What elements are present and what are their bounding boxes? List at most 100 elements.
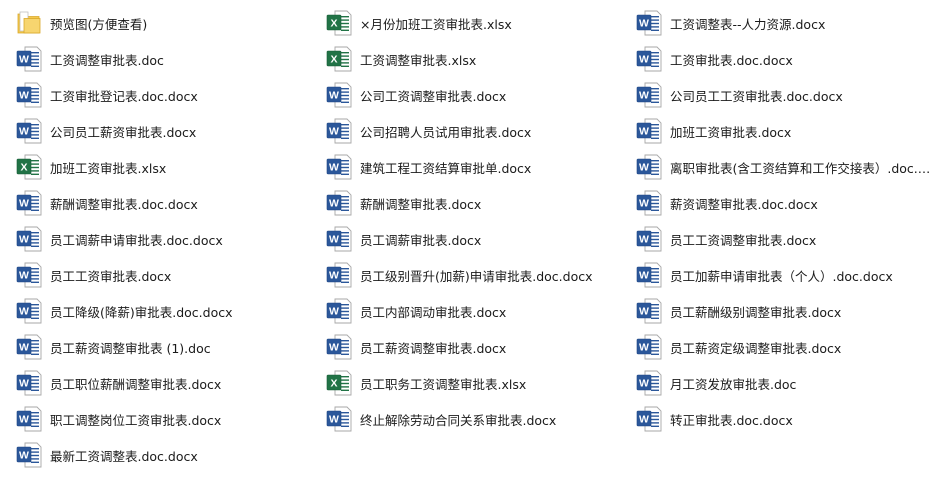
svg-text:W: W [639,54,649,66]
svg-text:W: W [329,198,339,210]
word-doc-icon: W [16,225,42,253]
file-item[interactable]: W 工资审批表.doc.docx [636,41,932,77]
word-doc-icon: W [326,333,352,361]
svg-text:W: W [19,450,29,462]
svg-text:W: W [329,414,339,426]
file-item[interactable]: W 员工调薪申请审批表.doc.docx [16,221,312,257]
file-item[interactable]: W 员工降级(降薪)审批表.doc.docx [16,293,312,329]
file-name: 离职审批表(含工资结算和工作交接表）.doc.d... [670,160,932,176]
file-item[interactable]: X 工资调整审批表.xlsx [326,41,622,77]
file-item[interactable]: W 员工薪酬级别调整审批表.docx [636,293,932,329]
file-name: 工资调整表--人力资源.docx [670,16,826,32]
file-item[interactable]: W 薪资调整审批表.doc.docx [636,185,932,221]
file-name: 员工内部调动审批表.docx [360,304,507,320]
word-doc-icon: W [16,189,42,217]
svg-text:W: W [19,90,29,102]
file-name: 公司员工工资审批表.doc.docx [670,88,843,104]
file-item[interactable]: W 离职审批表(含工资结算和工作交接表）.doc.d... [636,149,932,185]
file-item[interactable]: W 员工加薪申请审批表（个人）.doc.docx [636,257,932,293]
svg-text:W: W [639,162,649,174]
file-column-3: W 工资调整表--人力资源.docx W 工资审批表.doc.docx W 公司员工工资审… [636,5,932,437]
file-item[interactable]: W 员工级别晋升(加薪)申请审批表.doc.docx [326,257,622,293]
svg-text:W: W [329,270,339,282]
svg-text:W: W [329,90,339,102]
file-item[interactable]: W 职工调整岗位工资审批表.docx [16,401,312,437]
file-item[interactable]: W 员工调薪审批表.docx [326,221,622,257]
word-doc-icon: W [16,45,42,73]
file-item[interactable]: W 员工内部调动审批表.docx [326,293,622,329]
word-doc-icon: W [636,189,662,217]
svg-text:X: X [330,18,337,30]
file-name: 终止解除劳动合同关系审批表.docx [360,412,557,428]
svg-text:W: W [639,306,649,318]
svg-text:W: W [19,126,29,138]
excel-doc-icon: X [16,153,42,181]
word-doc-icon: W [636,405,662,433]
file-item[interactable]: W 公司员工薪资审批表.docx [16,113,312,149]
word-doc-icon: W [326,405,352,433]
file-name: 建筑工程工资结算审批单.docx [360,160,532,176]
file-item[interactable]: W 工资调整表--人力资源.docx [636,5,932,41]
file-item[interactable]: W 员工职位薪酬调整审批表.docx [16,365,312,401]
word-doc-icon: W [326,153,352,181]
file-name: 公司招聘人员试用审批表.docx [360,124,532,140]
svg-text:W: W [329,126,339,138]
file-item[interactable]: W 员工薪资调整审批表 (1).doc [16,329,312,365]
excel-doc-icon: X [326,45,352,73]
word-doc-icon: W [326,189,352,217]
file-item[interactable]: W 工资审批登记表.doc.docx [16,77,312,113]
svg-text:X: X [330,54,337,66]
word-doc-icon: W [636,297,662,325]
word-doc-icon: W [16,81,42,109]
file-name: 转正审批表.doc.docx [670,412,793,428]
svg-text:W: W [639,126,649,138]
file-name: 员工薪酬级别调整审批表.docx [670,304,842,320]
word-doc-icon: W [326,297,352,325]
file-item[interactable]: W 公司员工工资审批表.doc.docx [636,77,932,113]
file-name: 预览图(方便查看) [50,16,148,32]
file-name: 员工调薪审批表.docx [360,232,482,248]
word-doc-icon: W [636,9,662,37]
file-item[interactable]: W 公司招聘人员试用审批表.docx [326,113,622,149]
file-item[interactable]: W 员工薪资定级调整审批表.docx [636,329,932,365]
file-item[interactable]: X 加班工资审批表.xlsx [16,149,312,185]
file-item[interactable]: X ×月份加班工资审批表.xlsx [326,5,622,41]
file-item[interactable]: W 公司工资调整审批表.docx [326,77,622,113]
file-item[interactable]: W 建筑工程工资结算审批单.docx [326,149,622,185]
svg-text:W: W [19,414,29,426]
word-doc-icon: W [16,405,42,433]
svg-text:W: W [329,162,339,174]
file-item[interactable]: W 转正审批表.doc.docx [636,401,932,437]
svg-text:W: W [19,198,29,210]
file-name: 工资审批登记表.doc.docx [50,88,198,104]
file-name: 薪酬调整审批表.docx [360,196,482,212]
file-item[interactable]: W 员工工资调整审批表.docx [636,221,932,257]
excel-doc-icon: X [326,369,352,397]
file-item[interactable]: W 薪酬调整审批表.docx [326,185,622,221]
file-name: 员工工资审批表.docx [50,268,172,284]
file-name: 员工薪资定级调整审批表.docx [670,340,842,356]
file-name: 薪酬调整审批表.doc.docx [50,196,198,212]
file-item[interactable]: W 终止解除劳动合同关系审批表.docx [326,401,622,437]
file-item[interactable]: W 加班工资审批表.docx [636,113,932,149]
word-doc-icon: W [16,261,42,289]
file-item[interactable]: W 员工工资审批表.docx [16,257,312,293]
file-item[interactable]: X 员工职务工资调整审批表.xlsx [326,365,622,401]
file-item[interactable]: 预览图(方便查看) [16,5,312,41]
word-doc-icon: W [16,117,42,145]
file-item[interactable]: W 薪酬调整审批表.doc.docx [16,185,312,221]
word-doc-icon: W [16,369,42,397]
svg-text:W: W [639,342,649,354]
file-name: 员工调薪申请审批表.doc.docx [50,232,223,248]
svg-text:W: W [329,234,339,246]
file-name: 员工级别晋升(加薪)申请审批表.doc.docx [360,268,593,284]
file-item[interactable]: W 工资调整审批表.doc [16,41,312,77]
file-item[interactable]: W 月工资发放审批表.doc [636,365,932,401]
word-doc-icon: W [636,117,662,145]
file-column-1: 预览图(方便查看) W 工资调整审批表.doc W 工资审批登记表.doc.docx W 公… [16,5,312,473]
word-doc-icon: W [636,81,662,109]
file-name: 员工薪资调整审批表 (1).doc [50,340,211,356]
file-item[interactable]: W 最新工资调整表.doc.docx [16,437,312,473]
file-item[interactable]: W 员工薪资调整审批表.docx [326,329,622,365]
svg-text:W: W [19,306,29,318]
